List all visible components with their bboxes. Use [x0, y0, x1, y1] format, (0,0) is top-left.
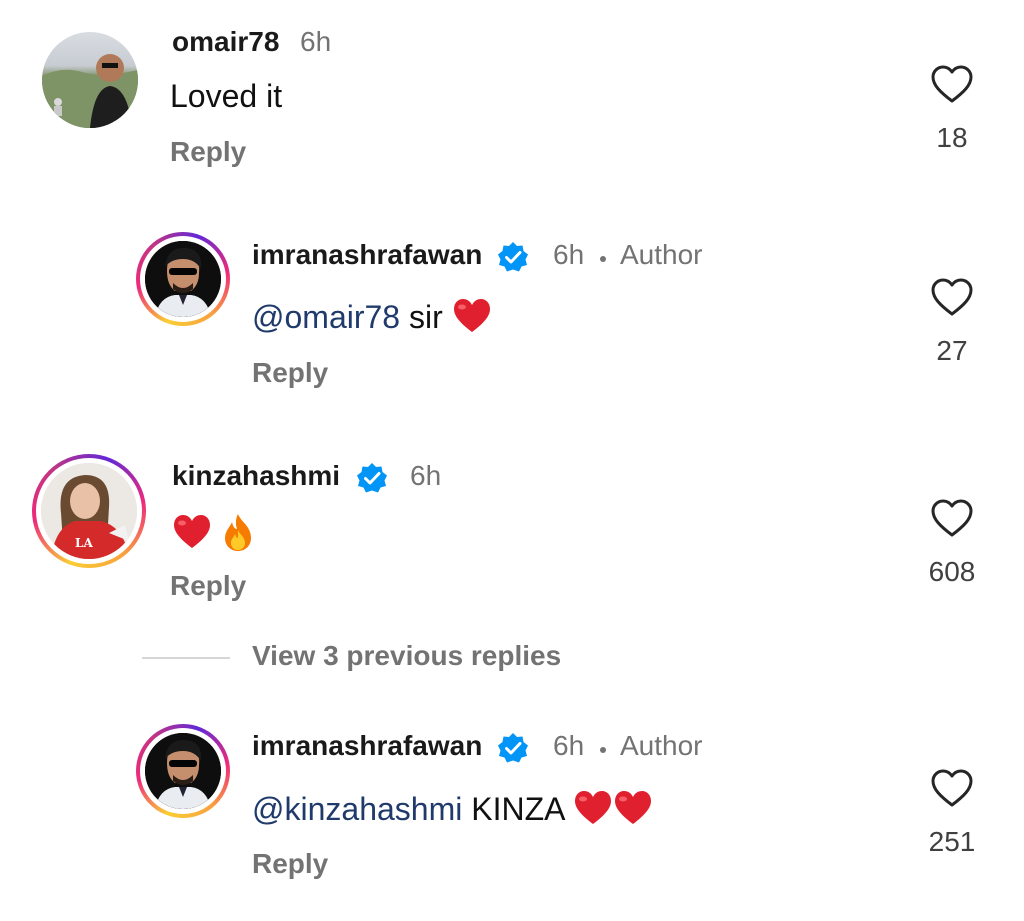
author-label: Author	[620, 730, 703, 761]
svg-text:LA: LA	[75, 536, 93, 550]
mention-link[interactable]: @omair78	[252, 299, 400, 335]
like-count: 608	[928, 556, 976, 587]
comment-username[interactable]: omair78	[172, 26, 279, 58]
reply-button[interactable]: Reply	[252, 848, 328, 880]
comment-text: Loved it	[170, 78, 283, 114]
comment-time: 6h	[410, 460, 442, 491]
verified-badge-icon	[498, 733, 528, 763]
comment-text	[172, 512, 255, 552]
like-section: 18	[912, 64, 992, 154]
avatar[interactable]	[42, 32, 138, 128]
avatar-photo	[145, 733, 221, 809]
like-count: 251	[928, 826, 976, 857]
heart-icon[interactable]	[930, 498, 974, 538]
heart-icon[interactable]	[930, 64, 974, 104]
like-count: 27	[936, 335, 968, 366]
comment-text-body: KINZA	[471, 791, 564, 827]
avatar: LA	[41, 463, 137, 559]
comment-username[interactable]: imranashrafawan	[252, 239, 482, 271]
story-ring[interactable]	[136, 724, 230, 818]
like-section: 27	[912, 277, 992, 367]
like-count: 18	[936, 122, 968, 153]
story-ring[interactable]	[136, 232, 230, 326]
verified-badge-icon	[357, 463, 387, 493]
red-heart-emoji-icon	[574, 791, 611, 824]
avatar-photo	[42, 54, 138, 128]
comment-text: @omair78 sir	[252, 298, 492, 336]
heart-icon[interactable]	[930, 277, 974, 317]
separator-dot	[600, 256, 606, 262]
avatar	[145, 241, 221, 317]
author-label: Author	[620, 239, 703, 270]
like-section: 251	[912, 768, 992, 858]
separator-dot	[600, 747, 606, 753]
verified-badge-icon	[498, 242, 528, 272]
mention-link[interactable]: @kinzahashmi	[252, 791, 462, 827]
reply-button[interactable]: Reply	[170, 136, 246, 168]
divider-line	[142, 657, 230, 659]
comment-username[interactable]: imranashrafawan	[252, 730, 482, 762]
comment-time: 6h	[553, 239, 585, 270]
comment-text-body: sir	[408, 299, 443, 335]
red-heart-emoji-icon	[174, 515, 210, 548]
avatar	[145, 733, 221, 809]
like-section: 608	[912, 498, 992, 588]
comment-username[interactable]: kinzahashmi	[172, 460, 340, 492]
view-replies-button[interactable]: View 3 previous replies	[252, 640, 561, 672]
fire-emoji-icon	[224, 514, 251, 551]
comment-time: 6h	[300, 26, 332, 57]
avatar-photo	[145, 241, 221, 317]
reply-button[interactable]: Reply	[170, 570, 246, 602]
story-ring[interactable]: LA	[32, 454, 146, 568]
reply-button[interactable]: Reply	[252, 357, 328, 389]
avatar-photo: LA	[41, 463, 137, 559]
red-heart-emoji-icon	[614, 791, 651, 824]
heart-icon[interactable]	[930, 768, 974, 808]
comment-time: 6h	[553, 730, 585, 761]
red-heart-emoji-icon	[453, 299, 490, 332]
comment-text: @kinzahashmi KINZA	[252, 790, 653, 828]
